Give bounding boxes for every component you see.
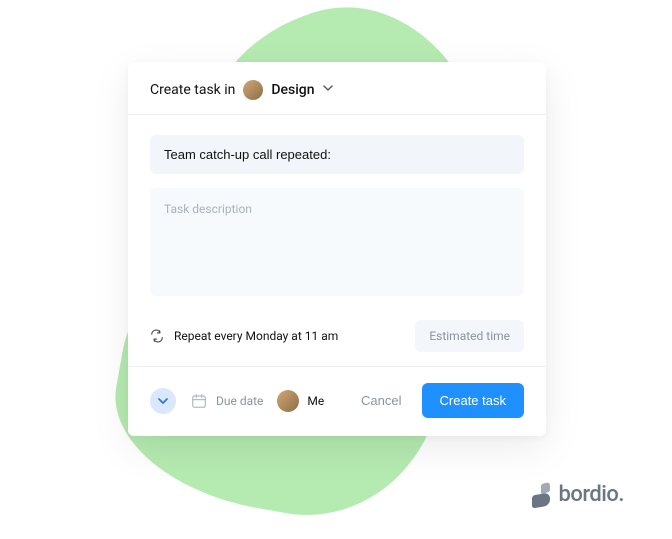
- chevron-down-icon: [158, 398, 168, 404]
- assignee-picker[interactable]: Me: [277, 390, 324, 412]
- due-date-picker[interactable]: Due date: [190, 392, 263, 410]
- brand-name: bordio.: [558, 482, 624, 507]
- chevron-down-icon[interactable]: [323, 85, 333, 95]
- project-avatar: [243, 80, 263, 100]
- due-date-label: Due date: [216, 394, 263, 408]
- project-selector[interactable]: Design: [271, 82, 314, 98]
- modal-header: Create task in Design: [128, 62, 546, 114]
- repeat-text: Repeat every Monday at 11 am: [174, 329, 338, 343]
- estimated-time-button[interactable]: Estimated time: [415, 320, 524, 352]
- cancel-button[interactable]: Cancel: [355, 385, 407, 416]
- repeat-icon: [150, 329, 164, 343]
- assignee-avatar: [277, 390, 299, 412]
- repeat-schedule[interactable]: Repeat every Monday at 11 am: [150, 329, 338, 343]
- brand-icon: [532, 483, 550, 507]
- task-title-input[interactable]: [150, 135, 524, 174]
- create-task-modal: Create task in Design Repeat every Monda…: [128, 62, 546, 436]
- calendar-icon: [190, 392, 208, 410]
- create-task-button[interactable]: Create task: [422, 383, 524, 418]
- create-in-label: Create task in: [150, 82, 235, 98]
- brand-logo: bordio.: [532, 482, 624, 507]
- expand-button[interactable]: [150, 388, 176, 414]
- task-description-input[interactable]: [150, 188, 524, 296]
- assignee-name: Me: [307, 394, 324, 408]
